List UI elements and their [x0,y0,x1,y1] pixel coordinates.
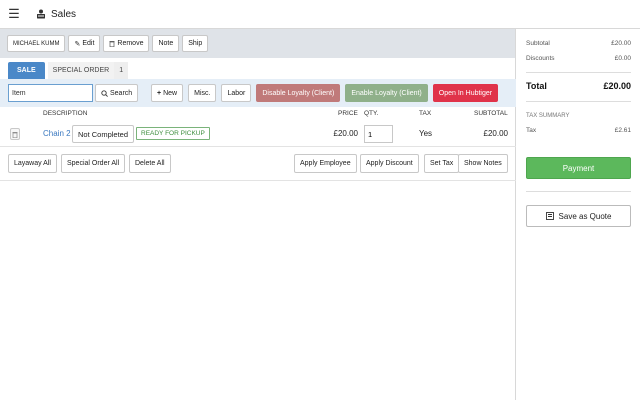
col-price: PRICE [338,110,358,117]
sales-icon [37,9,45,19]
page-title: Sales [36,9,76,20]
misc-button[interactable]: Misc. [188,84,217,102]
status-dropdown[interactable]: Not Completed [72,125,135,143]
quote-icon [545,212,554,220]
delete-all-button[interactable]: Delete All [129,154,171,173]
pencil-icon: ✎ [74,40,81,48]
enable-loyalty-button[interactable]: Enable Loyalty (Client) [345,84,428,102]
menu-icon[interactable]: ☰ [0,0,28,28]
show-notes-button[interactable]: Show Notes [458,154,508,173]
item-tax[interactable]: Yes [419,129,432,138]
open-hubtiger-button[interactable]: Open In Hubtiger [432,84,499,102]
save-as-quote-button[interactable]: Save as Quote [526,205,631,227]
apply-discount-button[interactable]: Apply Discount [360,154,419,173]
disable-loyalty-button[interactable]: Disable Loyalty (Client) [256,84,341,102]
sale-panel: MICHAEL KUMM ✎ Edit Remove Note Ship SAL… [0,29,516,400]
subtotal-label: Subtotal [526,40,550,47]
item-bar: Search + New Misc. Labor Disable Loyalty… [0,79,516,107]
discounts-label: Discounts [526,55,555,62]
table-header: DESCRIPTION PRICE QTY. TAX SUBTOTAL [0,110,516,120]
labor-button[interactable]: Labor [221,84,252,102]
edit-label: Edit [82,40,95,47]
subtotal-row: Subtotal £20.00 [526,40,631,47]
total-label: Total [526,81,547,91]
col-subtotal: SUBTOTAL [474,110,508,117]
new-button[interactable]: + New [151,84,184,102]
discounts-row: Discounts £0.00 [526,55,631,62]
top-bar: ☰ Sales [0,0,640,29]
trash-icon [12,131,18,138]
ship-button[interactable]: Ship [182,35,209,52]
edit-button[interactable]: ✎ Edit [68,35,101,52]
divider [526,191,631,192]
item-actions: + New Misc. Labor Disable Loyalty (Clien… [151,84,503,102]
col-qty: QTY. [364,110,379,117]
special-order-all-button[interactable]: Special Order All [61,154,126,173]
col-tax: TAX [419,110,432,117]
page-title-text: Sales [51,8,77,20]
tax-label: Tax [526,127,537,134]
table-row: Chain 2 Not Completed READY FOR PICKUP £… [0,121,516,147]
customer-bar: MICHAEL KUMM ✎ Edit Remove Note Ship [0,29,515,58]
trash-icon [109,41,115,47]
item-description-link[interactable]: Chain 2 [43,129,71,138]
tab-sale[interactable]: SALE [8,62,45,79]
col-description: DESCRIPTION [43,110,88,117]
divider [526,72,631,73]
subtotal-value: £20.00 [611,40,631,47]
set-tax-button[interactable]: Set Tax [424,154,460,173]
payment-button[interactable]: Payment [526,157,631,179]
tax-summary-heading: TAX SUMMARY [526,113,631,119]
note-button[interactable]: Note [152,35,180,52]
save-as-quote-label: Save as Quote [558,211,612,221]
item-subtotal: £20.00 [483,129,508,138]
search-icon [101,89,108,97]
tax-row: Tax £2.61 [526,127,631,134]
item-price[interactable]: £20.00 [334,129,358,138]
new-label: New [163,89,178,97]
special-order-count: 1 [114,62,129,79]
customer-button[interactable]: MICHAEL KUMM [7,35,66,52]
item-search-input[interactable] [8,84,93,102]
bulk-actions-bar: Layaway All Special Order All Delete All… [0,147,516,181]
total-row: Total £20.00 [526,81,631,91]
search-button[interactable]: Search [95,84,139,102]
plus-icon: + [157,89,162,97]
tax-summary-label: TAX SUMMARY [526,113,570,119]
tab-special-order[interactable]: SPECIAL ORDER [47,62,115,79]
divider [526,101,631,102]
summary-panel: Subtotal £20.00 Discounts £0.00 Total £2… [517,29,640,400]
delete-line-button[interactable] [10,128,20,140]
total-value: £20.00 [603,81,631,91]
layaway-all-button[interactable]: Layaway All [8,154,57,173]
quantity-input[interactable] [364,125,393,143]
discounts-value: £0.00 [614,55,631,62]
sale-tabs: SALE SPECIAL ORDER 1 [8,62,129,79]
status-badge: READY FOR PICKUP [136,127,210,140]
apply-employee-button[interactable]: Apply Employee [294,154,357,173]
tax-value: £2.61 [614,127,631,134]
remove-label: Remove [117,40,144,47]
remove-button[interactable]: Remove [103,35,150,52]
search-label: Search [110,89,133,97]
